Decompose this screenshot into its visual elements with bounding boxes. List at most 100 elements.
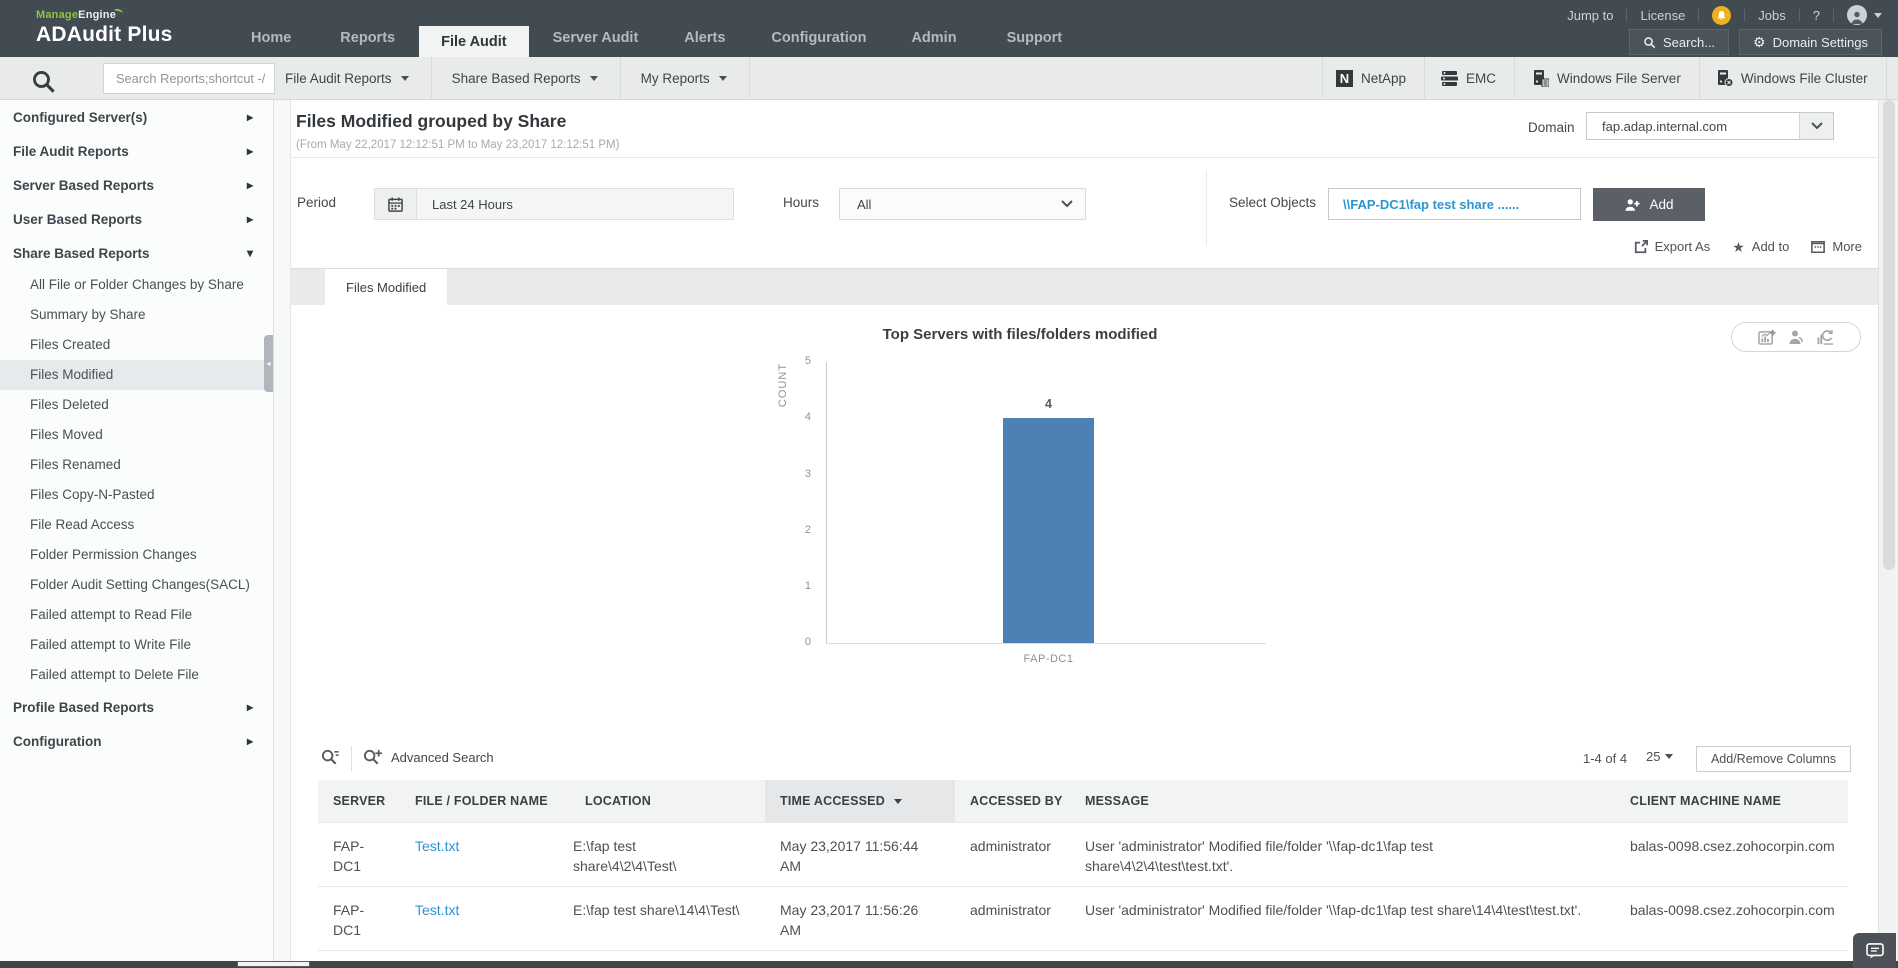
add-to-button[interactable]: ★ Add to [1732, 239, 1789, 254]
star-icon: ★ [1732, 238, 1745, 255]
cell-client-machine: balas-0098.csez.zohocorpin.com [1630, 837, 1835, 854]
report-search-input[interactable]: Search Reports;shortcut -/ [103, 63, 275, 94]
sidebar-item-all-file-or-folder-changes-by-share[interactable]: All File or Folder Changes by Share [0, 270, 273, 300]
divider [1424, 57, 1426, 99]
horizontal-scrollbar[interactable] [0, 961, 1898, 968]
export-as-button[interactable]: Export As [1634, 239, 1710, 254]
table-row: FAP-DC1 Test.txt E:\fap test share\4\2\4… [318, 821, 1848, 887]
sidebar-item-files-created[interactable]: Files Created [0, 330, 273, 360]
vertical-scrollbar[interactable] [1878, 100, 1898, 961]
sidebar-item-files-copy-n-pasted[interactable]: Files Copy-N-Pasted [0, 480, 273, 510]
column-header-accessed-by[interactable]: ACCESSED BY [955, 780, 1070, 822]
help-link[interactable]: ? [1813, 8, 1820, 23]
select-objects-input[interactable]: \\FAP-DC1\fap test share ...... [1328, 188, 1581, 220]
sidebar-group-share-based-reports[interactable]: Share Based Reports ▾ [0, 236, 273, 270]
netapp-button[interactable]: N NetApp [1336, 69, 1406, 87]
sidebar-item-failed-attempt-to-delete-file[interactable]: Failed attempt to Delete File [0, 660, 273, 690]
domain-settings-button[interactable]: ⚙ Domain Settings [1739, 29, 1882, 55]
nav-server-audit[interactable]: Server Audit [553, 30, 639, 57]
column-header-message[interactable]: MESSAGE [1070, 780, 1615, 822]
sidebar-item-failed-attempt-to-write-file[interactable]: Failed attempt to Write File [0, 630, 273, 660]
divider [1833, 8, 1834, 22]
sidebar-item-files-modified[interactable]: Files Modified [0, 360, 273, 390]
nav-configuration[interactable]: Configuration [771, 30, 866, 57]
sidebar-group-configuration[interactable]: Configuration ▸ [0, 724, 273, 758]
sidebar-group-configured-servers[interactable]: Configured Server(s) ▸ [0, 100, 273, 134]
divider [1698, 57, 1700, 99]
add-remove-columns-button[interactable]: Add/Remove Columns [1696, 746, 1851, 772]
tab-files-modified[interactable]: Files Modified [325, 269, 448, 306]
scrollbar-thumb[interactable] [1883, 100, 1895, 570]
add-button[interactable]: Add [1593, 188, 1705, 221]
person-plus-icon [1625, 198, 1641, 211]
refresh-chart-icon[interactable] [1816, 329, 1834, 345]
sidebar-item-files-deleted[interactable]: Files Deleted [0, 390, 273, 420]
sidebar-collapse-handle[interactable]: ◂ [264, 335, 273, 392]
emc-icon [1441, 70, 1459, 86]
windows-file-cluster-button[interactable]: Windows File Cluster [1717, 69, 1868, 87]
menu-my-reports[interactable]: My Reports [641, 71, 727, 86]
user-avatar[interactable] [1847, 5, 1867, 25]
windows-file-server-button[interactable]: Windows File Server [1533, 69, 1681, 87]
notifications-bell-icon[interactable] [1712, 5, 1732, 25]
column-header-file-folder-name[interactable]: FILE / FOLDER NAME [400, 780, 570, 822]
scrollbar-thumb[interactable] [237, 961, 310, 967]
cell-time-accessed: May 23,2017 11:56:44 AM [780, 837, 919, 875]
menu-file-audit-reports[interactable]: File Audit Reports [285, 71, 409, 86]
nav-file-audit[interactable]: File Audit [419, 26, 529, 57]
license-link[interactable]: License [1640, 8, 1685, 23]
search-icon[interactable] [30, 68, 57, 95]
jobs-link[interactable]: Jobs [1758, 8, 1785, 23]
sidebar-item-files-moved[interactable]: Files Moved [0, 420, 273, 450]
sidebar-item-file-read-access[interactable]: File Read Access [0, 510, 273, 540]
more-button[interactable]: More [1811, 239, 1862, 254]
chevron-right-icon: ▸ [246, 700, 253, 714]
cell-location: E:\fap test share\14\4\Test\ [573, 901, 740, 918]
jump-to-link[interactable]: Jump to [1567, 8, 1613, 23]
sidebar-item-failed-attempt-to-read-file[interactable]: Failed attempt to Read File [0, 600, 273, 630]
user-menu-caret-icon[interactable] [1874, 12, 1882, 18]
emc-button[interactable]: EMC [1441, 70, 1496, 86]
domain-select[interactable]: fap.adap.internal.com [1586, 112, 1834, 140]
brand-logo[interactable]: ManageEngine ADAudit Plus [36, 8, 173, 47]
advanced-search-icon[interactable] [362, 748, 383, 768]
column-header-location[interactable]: LOCATION [570, 780, 765, 822]
menu-share-based-reports[interactable]: Share Based Reports [452, 71, 598, 86]
column-header-client-machine-name[interactable]: CLIENT MACHINE NAME [1615, 780, 1848, 822]
divider [1798, 8, 1800, 22]
hours-select[interactable]: All [839, 188, 1086, 220]
advanced-search-label[interactable]: Advanced Search [391, 750, 494, 765]
sidebar-item-files-renamed[interactable]: Files Renamed [0, 450, 273, 480]
nav-home[interactable]: Home [251, 30, 291, 57]
cell-file-link[interactable]: Test.txt [415, 902, 459, 918]
column-header-time-accessed[interactable]: TIME ACCESSED [765, 780, 955, 822]
sidebar-item-summary-by-share[interactable]: Summary by Share [0, 300, 273, 330]
server-type-buttons: N NetApp EMC Windows File Server Windows… [1322, 57, 1887, 99]
nav-reports[interactable]: Reports [340, 30, 395, 57]
sidebar-item-folder-audit-setting-changes-sacl[interactable]: Folder Audit Setting Changes(SACL) [0, 570, 273, 600]
page-size-select[interactable]: 25 [1646, 749, 1674, 764]
sidebar-group-file-audit-reports[interactable]: File Audit Reports ▸ [0, 134, 273, 168]
search-list-icon[interactable] [320, 748, 340, 768]
user-view-icon[interactable] [1788, 329, 1804, 345]
bar-fap-dc1[interactable] [1003, 418, 1094, 643]
table-toolbar: Advanced Search 1-4 of 4 25 Add/Remove C… [291, 737, 1878, 780]
cell-file-link[interactable]: Test.txt [415, 838, 459, 854]
y-tick: 2 [804, 524, 811, 536]
chat-widget-button[interactable] [1853, 933, 1896, 968]
x-axis-line [826, 643, 1266, 644]
logo-swoosh-icon [113, 8, 124, 16]
global-search-button[interactable]: Search... [1629, 29, 1730, 55]
sidebar-group-server-based-reports[interactable]: Server Based Reports ▸ [0, 168, 273, 202]
nav-alerts[interactable]: Alerts [684, 30, 725, 57]
sidebar: Configured Server(s) ▸ File Audit Reports… [0, 100, 274, 968]
add-chart-icon[interactable] [1758, 329, 1776, 345]
sidebar-group-profile-based-reports[interactable]: Profile Based Reports ▸ [0, 690, 273, 724]
sidebar-item-folder-permission-changes[interactable]: Folder Permission Changes [0, 540, 273, 570]
sidebar-group-user-based-reports[interactable]: User Based Reports ▸ [0, 202, 273, 236]
column-header-server[interactable]: SERVER [318, 780, 400, 822]
period-picker[interactable]: Last 24 Hours [374, 188, 734, 220]
nav-admin[interactable]: Admin [911, 30, 956, 57]
adaudit-plus-app: ManageEngine ADAudit Plus Home Reports F… [0, 0, 1898, 968]
nav-support[interactable]: Support [1007, 30, 1063, 57]
